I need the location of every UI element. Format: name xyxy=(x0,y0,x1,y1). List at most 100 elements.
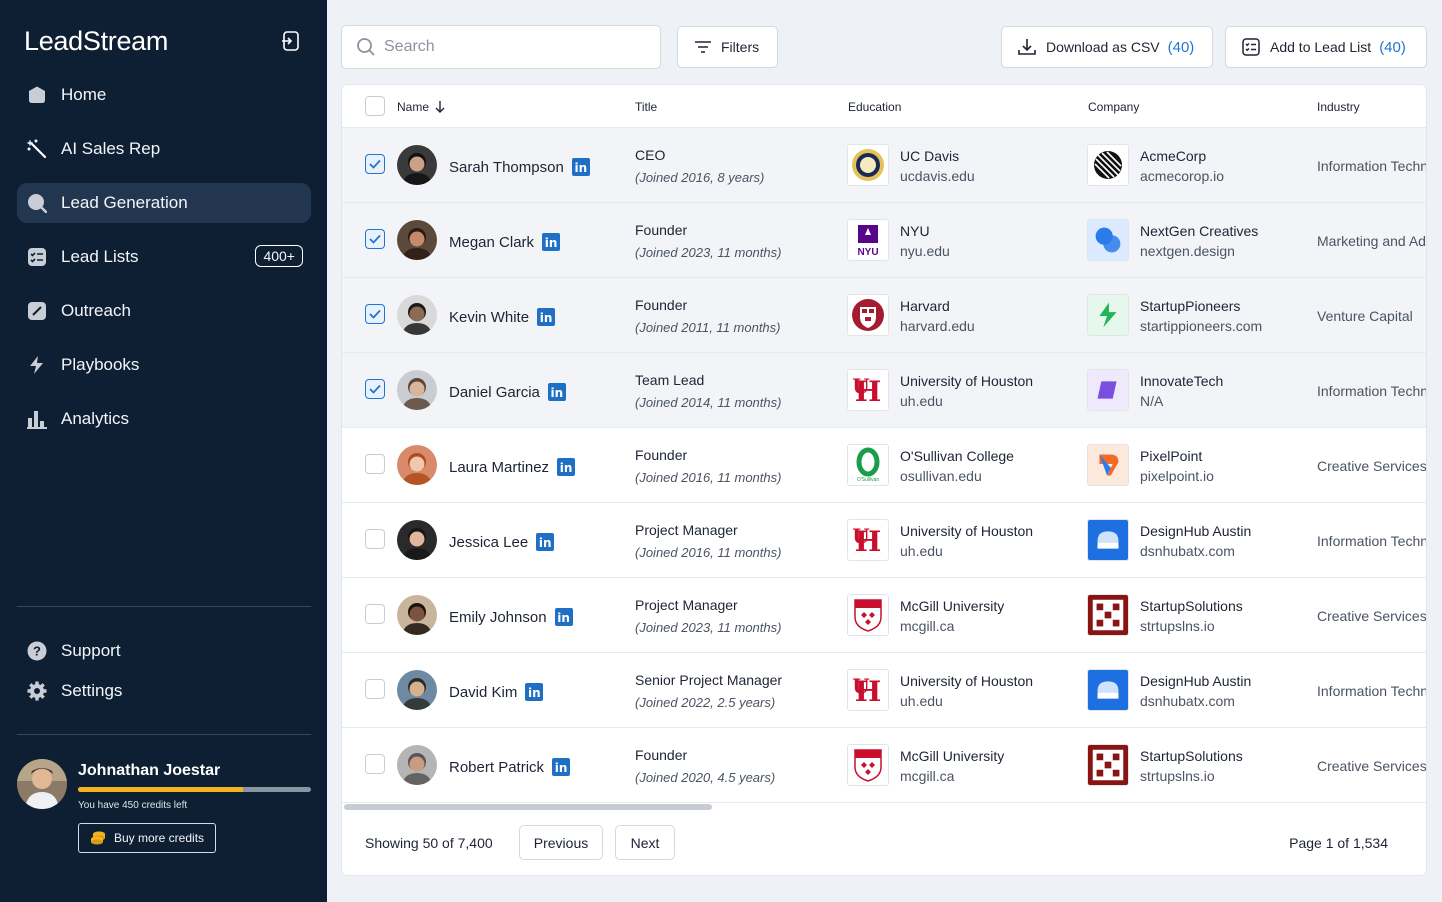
linkedin-icon[interactable]: in xyxy=(552,758,571,776)
row-checkbox[interactable] xyxy=(365,529,385,549)
lead-title: Founder xyxy=(635,447,688,463)
row-checkbox[interactable] xyxy=(365,604,385,624)
industry-cell: Venture Capital xyxy=(1317,308,1413,324)
sidebar-nav: Home AI Sales Rep Lead Generation Lead L… xyxy=(17,75,311,453)
table-header: Name Title Education Company Industry xyxy=(342,85,1426,128)
linkedin-icon[interactable]: in xyxy=(542,233,561,251)
collapse-sidebar-icon[interactable] xyxy=(279,29,303,53)
lead-name[interactable]: Laura Martinez xyxy=(449,459,549,476)
lead-tenure: (Joined 2020, 4.5 years) xyxy=(635,770,776,785)
sidebar-item-label: Lead Generation xyxy=(61,193,188,212)
linkedin-icon[interactable]: in xyxy=(525,683,544,701)
lead-name[interactable]: Robert Patrick xyxy=(449,759,544,776)
select-all-checkbox[interactable] xyxy=(365,96,385,116)
row-checkbox[interactable] xyxy=(365,154,385,174)
table-row[interactable]: Megan Clark in Founder (Joined 2023, 11 mon… xyxy=(342,203,1426,278)
lead-title: Project Manager xyxy=(635,522,738,538)
row-checkbox[interactable] xyxy=(365,304,385,324)
page-indicator: Page 1 of 1,534 xyxy=(1289,835,1388,851)
credits-remaining-text: You have 450 credits left xyxy=(78,800,188,811)
lead-avatar[interactable] xyxy=(397,295,437,335)
sidebar-item-lead-lists[interactable]: Lead Lists 400+ xyxy=(17,237,311,277)
lead-name[interactable]: Emily Johnson xyxy=(449,609,547,626)
search-input[interactable] xyxy=(384,38,644,56)
sidebar-item-lead-generation[interactable]: Lead Generation xyxy=(17,183,311,223)
table-row[interactable]: Laura Martinez in Founder (Joined 2016, 11 … xyxy=(342,428,1426,503)
next-page-button[interactable]: Next xyxy=(615,825,675,860)
help-icon: ? xyxy=(27,641,47,661)
education-name: NYU xyxy=(900,223,930,239)
magic-wand-icon xyxy=(27,139,47,159)
lead-avatar[interactable] xyxy=(397,595,437,635)
credits-progress-bar xyxy=(78,787,311,792)
table-row[interactable]: Jessica Lee in Project Manager (Joined 2016… xyxy=(342,503,1427,578)
row-checkbox[interactable] xyxy=(365,454,385,474)
table-row[interactable]: Robert Patrick in Founder (Joined 2020, 4.5… xyxy=(342,728,1426,803)
lead-avatar[interactable] xyxy=(397,670,437,710)
sidebar-item-ai-sales-rep[interactable]: AI Sales Rep xyxy=(17,129,311,169)
row-checkbox[interactable] xyxy=(365,679,385,699)
row-checkbox[interactable] xyxy=(365,379,385,399)
lead-name-cell: Jessica Lee in xyxy=(449,533,555,551)
horizontal-scrollbar[interactable] xyxy=(344,804,712,810)
row-checkbox[interactable] xyxy=(365,754,385,774)
linkedin-icon[interactable]: in xyxy=(557,458,576,476)
buy-credits-label: Buy more credits xyxy=(114,831,205,845)
table-row[interactable]: Sarah Thompson in CEO (Joined 2016, 8 years… xyxy=(342,128,1426,203)
lead-name[interactable]: Megan Clark xyxy=(449,234,534,251)
pixelpoint-logo-icon xyxy=(1087,444,1129,486)
lead-name[interactable]: Kevin White xyxy=(449,309,529,326)
linkedin-icon[interactable]: in xyxy=(547,383,566,401)
industry-cell: Information Technology xyxy=(1317,383,1427,399)
previous-page-button[interactable]: Previous xyxy=(519,825,603,860)
sidebar-item-home[interactable]: Home xyxy=(17,75,311,115)
lead-name[interactable]: David Kim xyxy=(449,684,517,701)
leads-table: Name Title Education Company Industry Sa… xyxy=(341,84,1427,876)
filters-label: Filters xyxy=(721,39,760,55)
sidebar-item-playbooks[interactable]: Playbooks xyxy=(17,345,311,385)
lead-avatar[interactable] xyxy=(397,745,437,785)
lead-name[interactable]: Daniel Garcia xyxy=(449,384,540,401)
column-header-education[interactable]: Education xyxy=(848,100,901,114)
filters-button[interactable]: Filters xyxy=(677,26,778,68)
download-csv-button[interactable]: Download as CSV (40) xyxy=(1001,26,1213,68)
nyu-logo-icon: NYU xyxy=(847,219,889,261)
svg-text:NYU: NYU xyxy=(857,247,878,258)
table-row[interactable]: Emily Johnson in Project Manager (Joined 20… xyxy=(342,578,1426,653)
industry-cell: Information Technology xyxy=(1317,533,1427,549)
search-box[interactable] xyxy=(341,25,661,69)
column-header-title[interactable]: Title xyxy=(635,100,657,114)
education-domain: uh.edu xyxy=(900,693,943,709)
table-row[interactable]: Kevin White in Founder (Joined 2011, 11 mon… xyxy=(342,278,1426,353)
lead-avatar[interactable] xyxy=(397,220,437,260)
linkedin-icon[interactable]: in xyxy=(571,158,590,176)
company-domain: dsnhubatx.com xyxy=(1140,543,1235,559)
industry-cell: Marketing and Advertising xyxy=(1317,233,1426,249)
table-row[interactable]: Daniel Garcia in Team Lead (Joined 2014, 11… xyxy=(342,353,1427,428)
designhub-austin-logo-icon xyxy=(1087,669,1129,711)
lead-name[interactable]: Sarah Thompson xyxy=(449,159,564,176)
add-to-lead-list-button[interactable]: Add to Lead List (40) xyxy=(1225,26,1427,68)
buy-credits-button[interactable]: Buy more credits xyxy=(78,823,216,853)
university-of-houston-logo-icon: HU xyxy=(847,519,889,561)
linkedin-icon[interactable]: in xyxy=(536,533,555,551)
column-header-industry[interactable]: Industry xyxy=(1317,100,1360,114)
user-avatar[interactable] xyxy=(17,759,67,809)
sidebar-item-support[interactable]: ? Support xyxy=(17,636,311,666)
table-row[interactable]: David Kim in Senior Project Manager (Joined… xyxy=(342,653,1426,728)
column-header-company[interactable]: Company xyxy=(1088,100,1139,114)
linkedin-icon[interactable]: in xyxy=(554,608,573,626)
sidebar-item-analytics[interactable]: Analytics xyxy=(17,399,311,439)
sidebar-item-outreach[interactable]: Outreach xyxy=(17,291,311,331)
sidebar-item-settings[interactable]: Settings xyxy=(17,676,311,706)
company-domain: N/A xyxy=(1140,393,1164,409)
lead-avatar[interactable] xyxy=(397,145,437,185)
column-header-name[interactable]: Name xyxy=(397,100,445,114)
lead-avatar[interactable] xyxy=(397,520,437,560)
row-checkbox[interactable] xyxy=(365,229,385,249)
lead-name[interactable]: Jessica Lee xyxy=(449,534,528,551)
linkedin-icon[interactable]: in xyxy=(537,308,556,326)
lead-avatar[interactable] xyxy=(397,370,437,410)
lead-avatar[interactable] xyxy=(397,445,437,485)
lead-title: Team Lead xyxy=(635,372,705,388)
